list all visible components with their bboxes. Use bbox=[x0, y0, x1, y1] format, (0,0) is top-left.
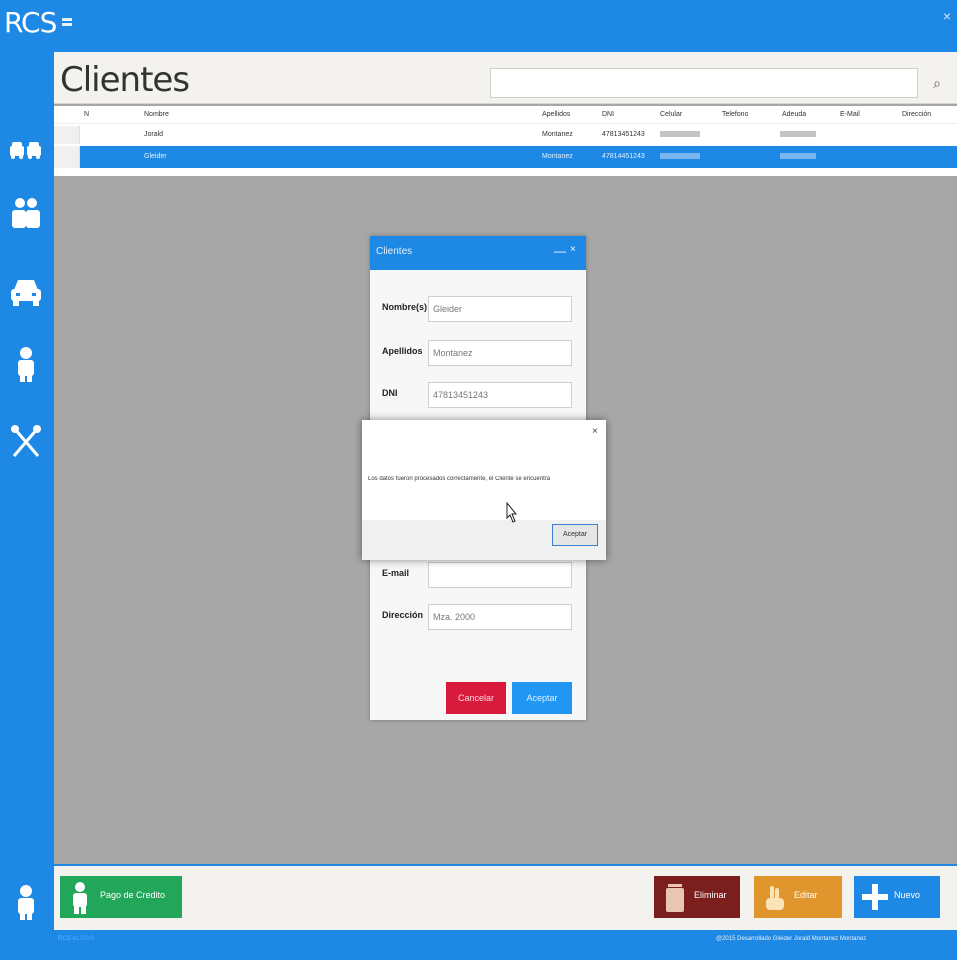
car-icon[interactable] bbox=[8, 270, 44, 310]
cell-adeuda bbox=[780, 126, 816, 144]
cell-dni: 47814451243 bbox=[602, 153, 645, 160]
table-row-selected[interactable]: Gleider Montanez 47814451243 bbox=[54, 146, 957, 168]
close-icon[interactable]: × bbox=[570, 244, 576, 255]
cell-apellidos: Montanez bbox=[542, 153, 573, 160]
accept-button[interactable]: Aceptar bbox=[512, 682, 572, 714]
plus-icon bbox=[862, 884, 888, 910]
user-payment-icon bbox=[73, 882, 87, 914]
column-header[interactable]: Dirección bbox=[902, 106, 931, 124]
dni-field[interactable]: 47813451243 bbox=[428, 382, 572, 408]
app-version: RCS v1.0.0.0 bbox=[58, 936, 94, 942]
field-label-dni: DNI bbox=[382, 388, 398, 398]
dialog-title: Clientes bbox=[376, 246, 413, 257]
field-label-nombre: Nombre(s) bbox=[382, 302, 428, 312]
edit-label: Editar bbox=[794, 890, 818, 900]
search-icon[interactable]: ⌕ bbox=[924, 70, 950, 96]
tools-icon[interactable] bbox=[8, 422, 44, 462]
cell-adeuda bbox=[780, 146, 816, 168]
table-row[interactable]: Jorald Montanez 47813451243 bbox=[54, 126, 957, 144]
row-selector[interactable] bbox=[54, 146, 80, 168]
app-title: RCS bbox=[4, 6, 57, 39]
new-label: Nuevo bbox=[894, 890, 921, 900]
page-title: Clientes bbox=[60, 60, 190, 100]
column-header[interactable]: Celular bbox=[660, 106, 682, 124]
close-icon[interactable]: × bbox=[592, 426, 598, 437]
menu-icon[interactable] bbox=[62, 18, 72, 32]
cancel-button[interactable]: Cancelar bbox=[446, 682, 506, 714]
delete-button[interactable]: Eliminar bbox=[654, 876, 740, 918]
column-header[interactable]: Telefono bbox=[722, 106, 748, 124]
cell-dni: 47813451243 bbox=[602, 131, 645, 138]
ok-button[interactable]: Aceptar bbox=[552, 524, 598, 546]
page-header: Clientes ⌕ bbox=[54, 52, 957, 104]
edit-button[interactable]: Editar bbox=[754, 876, 842, 918]
title-bar: RCS × bbox=[0, 0, 957, 52]
people-icon[interactable] bbox=[8, 194, 44, 234]
message-box: × Los datos fueron procesados correctame… bbox=[362, 420, 606, 560]
delete-label: Eliminar bbox=[694, 890, 727, 900]
column-header[interactable]: Adeuda bbox=[782, 106, 806, 124]
user-profile-icon[interactable] bbox=[8, 882, 44, 922]
cell-apellidos: Montanez bbox=[542, 131, 573, 138]
message-text: Los datos fueron procesados correctament… bbox=[368, 476, 551, 482]
field-label-email: E-mail bbox=[382, 568, 410, 578]
cell-celular bbox=[660, 146, 700, 168]
copyright-text: @2015 Desarrollado Gleider Jorald Montan… bbox=[716, 936, 867, 942]
trash-icon bbox=[666, 884, 684, 912]
action-bar: Pago de Credito Eliminar Editar Nuevo bbox=[54, 866, 957, 930]
mouse-cursor-icon bbox=[506, 502, 518, 523]
row-selector[interactable] bbox=[54, 126, 80, 144]
nombre-field[interactable]: Gleider bbox=[428, 296, 572, 322]
new-button[interactable]: Nuevo bbox=[854, 876, 940, 918]
clients-table[interactable]: N Nombre Apellidos DNI Celular Telefono … bbox=[54, 106, 957, 176]
column-header[interactable]: N bbox=[84, 106, 89, 124]
user-icon[interactable] bbox=[8, 344, 44, 384]
column-header[interactable]: E-Mail bbox=[840, 106, 860, 124]
column-header[interactable]: Apellidos bbox=[542, 106, 570, 124]
cell-celular bbox=[660, 126, 700, 144]
cell-nombre: Gleider bbox=[144, 153, 167, 160]
minimize-icon[interactable]: — bbox=[554, 244, 566, 258]
window-close-icon[interactable]: × bbox=[943, 8, 951, 24]
sidebar bbox=[0, 52, 52, 932]
column-header[interactable]: Nombre bbox=[144, 106, 169, 124]
edit-hand-icon bbox=[766, 886, 784, 910]
search-input[interactable] bbox=[490, 68, 918, 98]
credit-payment-label: Pago de Credito bbox=[100, 890, 166, 900]
cell-nombre: Jorald bbox=[144, 131, 164, 138]
table-header: N Nombre Apellidos DNI Celular Telefono … bbox=[54, 106, 957, 124]
column-header[interactable]: DNI bbox=[602, 106, 614, 124]
apellidos-field[interactable]: Montanez bbox=[428, 340, 572, 366]
direccion-field[interactable]: Mza. 2000 bbox=[428, 604, 572, 630]
credit-payment-button[interactable]: Pago de Credito bbox=[60, 876, 182, 918]
field-label-direccion: Dirección bbox=[382, 610, 424, 620]
field-label-apellidos: Apellidos bbox=[382, 346, 423, 356]
cars-icon[interactable] bbox=[8, 126, 44, 166]
email-field[interactable] bbox=[428, 562, 572, 588]
dialog-titlebar[interactable]: Clientes — × bbox=[370, 236, 586, 270]
